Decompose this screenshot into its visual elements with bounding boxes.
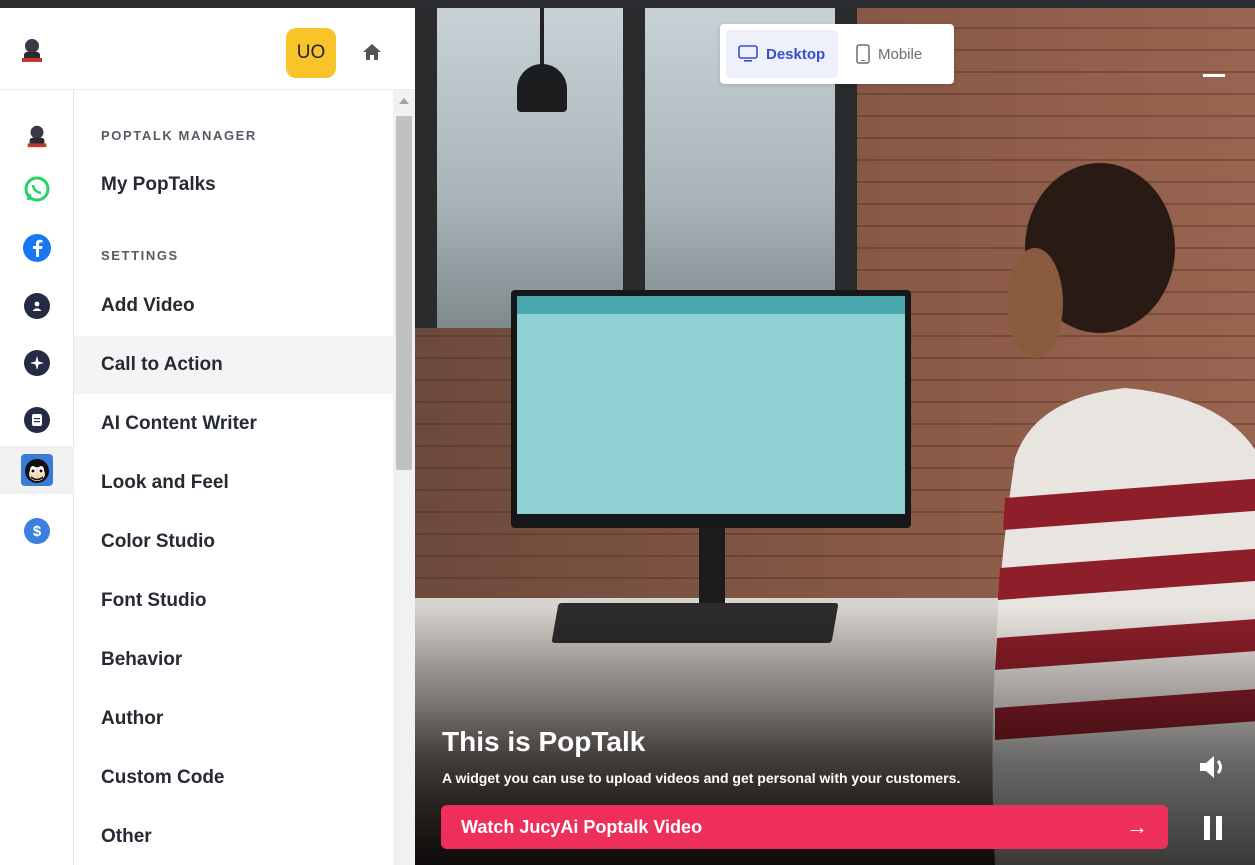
scroll-up-icon[interactable] <box>399 98 409 104</box>
menu-item-author[interactable]: Author <box>74 690 393 748</box>
facebook-icon <box>23 234 51 262</box>
lamp-cord <box>540 8 544 66</box>
rail-document[interactable] <box>0 398 74 442</box>
arrow-right-icon: → <box>1126 814 1148 839</box>
user-icon <box>24 293 50 319</box>
lamp-shade <box>517 64 567 112</box>
device-toggle: Desktop Mobile <box>720 24 954 84</box>
mobile-label: Mobile <box>878 45 923 63</box>
rail-user[interactable] <box>0 284 74 328</box>
jucyai-logo-icon <box>27 125 47 148</box>
home-icon[interactable] <box>352 32 392 72</box>
settings-menu: POPTALK MANAGER My PopTalks SETTINGS Add… <box>74 90 393 865</box>
menu-item-look-and-feel[interactable]: Look and Feel <box>74 454 393 512</box>
rail-facebook[interactable] <box>0 226 74 270</box>
rail-whatsapp[interactable] <box>0 167 74 211</box>
volume-icon[interactable] <box>1197 752 1227 782</box>
document-icon <box>24 407 50 433</box>
user-avatar[interactable]: UO <box>286 28 336 78</box>
top-bar <box>0 0 1255 8</box>
minimize-icon[interactable] <box>1203 74 1225 77</box>
app-rail: $ <box>0 90 74 865</box>
menu-item-custom-code[interactable]: Custom Code <box>74 749 393 807</box>
desktop-toggle-button[interactable]: Desktop <box>726 30 838 78</box>
scrollbar-thumb[interactable] <box>396 116 412 470</box>
sidebar-header: UO <box>0 8 415 90</box>
mobile-toggle-button[interactable]: Mobile <box>844 30 948 78</box>
rail-pricing[interactable]: $ <box>0 509 74 553</box>
poptalk-subtitle: A widget you can use to upload videos an… <box>442 770 961 786</box>
poptalk-preview: Desktop Mobile This is PopTalk A widget … <box>415 8 1255 865</box>
section-title-poptalk-manager: POPTALK MANAGER <box>101 128 257 143</box>
section-title-settings: SETTINGS <box>101 248 179 263</box>
monitor-stand <box>699 528 725 610</box>
menu-item-font-studio[interactable]: Font Studio <box>74 572 393 630</box>
monitor <box>511 290 911 528</box>
sparkle-icon <box>24 350 50 376</box>
rail-ai[interactable] <box>0 341 74 385</box>
menu-item-color-studio[interactable]: Color Studio <box>74 513 393 571</box>
pause-icon[interactable] <box>1202 815 1224 841</box>
cartoon-cat-icon <box>21 454 53 486</box>
window-frame <box>415 8 437 328</box>
menu-item-add-video[interactable]: Add Video <box>74 277 393 335</box>
menu-item-behavior[interactable]: Behavior <box>74 631 393 689</box>
menu-scrollbar[interactable] <box>393 90 415 865</box>
desktop-label: Desktop <box>766 45 826 63</box>
rail-jucyai[interactable] <box>0 114 74 158</box>
mobile-icon <box>856 44 870 64</box>
jucyai-logo[interactable] <box>18 36 46 64</box>
rail-poptalk[interactable] <box>0 446 74 494</box>
poptalk-title: This is PopTalk <box>442 726 646 757</box>
cta-button[interactable]: Watch JucyAi Poptalk Video → <box>441 805 1168 849</box>
dollar-icon: $ <box>24 518 50 544</box>
menu-item-ai-content-writer[interactable]: AI Content Writer <box>74 395 393 453</box>
whatsapp-icon <box>24 176 50 202</box>
menu-item-call-to-action[interactable]: Call to Action <box>74 336 393 394</box>
menu-item-other[interactable]: Other <box>74 808 393 865</box>
desktop-icon <box>738 45 758 62</box>
monitor-screen <box>517 296 905 514</box>
window-frame <box>623 8 645 308</box>
menu-item-my-poptalks[interactable]: My PopTalks <box>74 156 393 214</box>
cta-label: Watch JucyAi Poptalk Video <box>461 816 703 837</box>
